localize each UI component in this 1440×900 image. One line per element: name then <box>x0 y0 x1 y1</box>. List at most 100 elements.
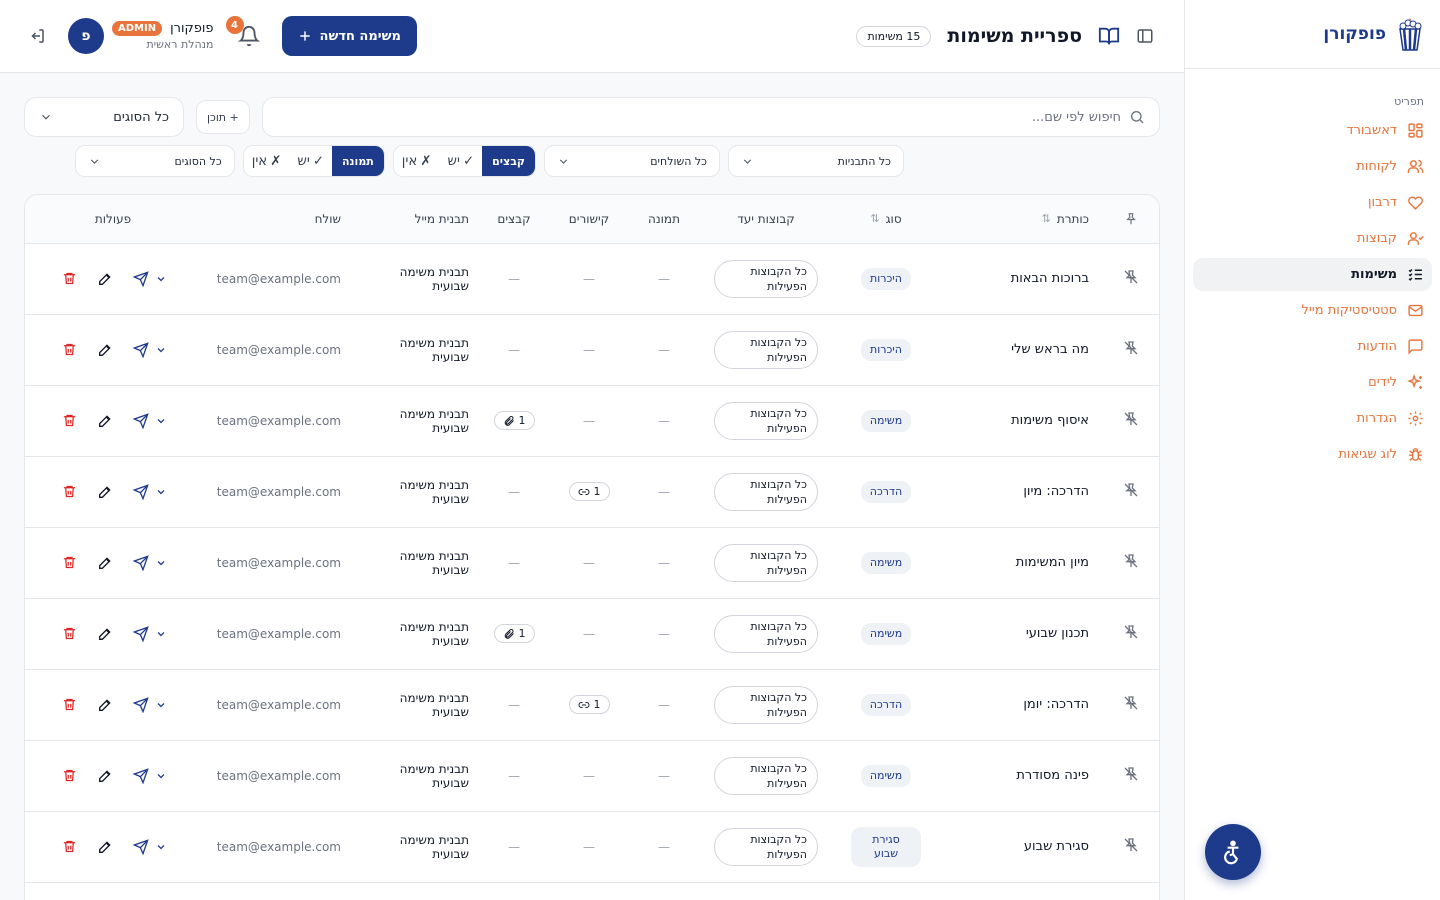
target-groups-pill[interactable]: כל הקבוצות הפעילות <box>714 472 818 511</box>
delete-button[interactable] <box>58 552 80 574</box>
edit-button[interactable] <box>94 694 116 716</box>
send-button[interactable] <box>130 694 152 716</box>
attachment-count-pill[interactable]: 1 <box>493 624 535 643</box>
send-options-button[interactable] <box>154 765 168 787</box>
send-options-button[interactable] <box>154 481 168 503</box>
delete-button[interactable] <box>58 765 80 787</box>
send-options-button[interactable] <box>154 623 168 645</box>
send-options-button[interactable] <box>154 268 168 290</box>
image-yes-option[interactable]: ✓ יש <box>289 146 332 176</box>
send-options-button[interactable] <box>154 339 168 361</box>
table-row[interactable]: ברוכות הבאות היכרות כל הקבוצות הפעילות —… <box>25 243 1159 314</box>
send-options-button[interactable] <box>154 694 168 716</box>
unpin-button[interactable] <box>1123 624 1139 640</box>
sidebar-item-dashboard[interactable]: דאשבורד <box>1193 114 1432 147</box>
delete-button[interactable] <box>58 268 80 290</box>
task-title[interactable]: מה בראש שלי <box>1011 342 1089 357</box>
search-field[interactable] <box>261 97 1160 137</box>
edit-button[interactable] <box>94 410 116 432</box>
edit-button[interactable] <box>94 339 116 361</box>
delete-button[interactable] <box>58 481 80 503</box>
unpin-button[interactable] <box>1123 766 1139 782</box>
unpin-button[interactable] <box>1123 482 1139 498</box>
target-groups-pill[interactable]: כל הקבוצות הפעילות <box>714 401 818 440</box>
sidebar-item-error-log[interactable]: לוג שגיאות <box>1193 438 1432 471</box>
sidebar-item-settings[interactable]: הגדרות <box>1193 402 1432 435</box>
send-button[interactable] <box>130 410 152 432</box>
accessibility-button[interactable] <box>1205 824 1261 880</box>
delete-button[interactable] <box>58 410 80 432</box>
table-row[interactable]: תכנון שבועי משימה כל הקבוצות הפעילות — —… <box>25 598 1159 669</box>
sidebar-item-groups[interactable]: קבוצות <box>1193 222 1432 255</box>
target-groups-pill[interactable]: כל הקבוצות הפעילות <box>714 756 818 795</box>
target-groups-pill[interactable]: כל הקבוצות הפעילות <box>714 330 818 369</box>
send-options-button[interactable] <box>154 410 168 432</box>
table-row[interactable]: סגירת שבוע סגירת שבוע כל הקבוצות הפעילות… <box>25 811 1159 882</box>
sidebar-item-leads[interactable]: לידים <box>1193 366 1432 399</box>
type-column-header[interactable]: סוג ⇅ <box>833 195 939 244</box>
task-title[interactable]: מיון המשימות <box>1016 555 1089 570</box>
delete-button[interactable] <box>58 694 80 716</box>
files-no-option[interactable]: ✗ אין <box>394 146 440 176</box>
sidebar-item-clients[interactable]: לקוחות <box>1193 150 1432 183</box>
send-options-button[interactable] <box>154 552 168 574</box>
unpin-button[interactable] <box>1123 695 1139 711</box>
target-groups-pill[interactable]: כל הקבוצות הפעילות <box>714 827 818 866</box>
unpin-button[interactable] <box>1123 340 1139 356</box>
search-input[interactable] <box>276 109 1121 125</box>
send-button[interactable] <box>130 836 152 858</box>
sidebar-item-messages[interactable]: הודעות <box>1193 330 1432 363</box>
task-title[interactable]: ברוכות הבאות <box>1011 271 1089 286</box>
types-select-secondary[interactable]: כל הסוגים <box>74 145 235 177</box>
add-content-filter-button[interactable]: + תוכן <box>196 100 250 134</box>
unpin-button[interactable] <box>1123 411 1139 427</box>
table-row[interactable]: הדרכה: מיון הדרכה כל הקבוצות הפעילות — 1… <box>25 456 1159 527</box>
target-groups-pill[interactable]: כל הקבוצות הפעילות <box>714 614 818 653</box>
task-title[interactable]: הדרכה: יומן <box>1023 697 1089 712</box>
files-yes-option[interactable]: ✓ יש <box>440 146 483 176</box>
edit-button[interactable] <box>94 552 116 574</box>
sidebar-item-mail-stats[interactable]: סטטיסטיקות מייל <box>1193 294 1432 327</box>
senders-select[interactable]: כל השולחים <box>544 145 720 177</box>
unpin-button[interactable] <box>1123 553 1139 569</box>
brand[interactable]: פופקורן <box>1185 0 1440 69</box>
logout-button[interactable] <box>28 27 46 45</box>
table-row[interactable]: איסוף משימות משימה כל הקבוצות הפעילות — … <box>25 385 1159 456</box>
attachment-count-pill[interactable]: 1 <box>568 482 610 501</box>
send-button[interactable] <box>130 552 152 574</box>
delete-button[interactable] <box>58 339 80 361</box>
templates-select[interactable]: כל התבניות <box>728 145 904 177</box>
sidebar-item-tasks[interactable]: משימות <box>1193 258 1432 291</box>
task-title[interactable]: סגירת שבוע <box>1024 839 1089 854</box>
send-options-button[interactable] <box>154 836 168 858</box>
unpin-button[interactable] <box>1123 837 1139 853</box>
delete-button[interactable] <box>58 836 80 858</box>
attachment-count-pill[interactable]: 1 <box>568 695 610 714</box>
table-row[interactable]: הדרכה: יומן הדרכה כל הקבוצות הפעילות — 1… <box>25 669 1159 740</box>
send-button[interactable] <box>130 268 152 290</box>
edit-button[interactable] <box>94 268 116 290</box>
send-button[interactable] <box>130 765 152 787</box>
new-task-button[interactable]: משימה חדשה <box>281 16 417 56</box>
attachment-count-pill[interactable]: 1 <box>493 411 535 430</box>
image-no-option[interactable]: ✗ אין <box>244 146 290 176</box>
edit-button[interactable] <box>94 481 116 503</box>
edit-button[interactable] <box>94 836 116 858</box>
table-row[interactable]: מיון המשימות משימה כל הקבוצות הפעילות — … <box>25 527 1159 598</box>
task-title[interactable]: איסוף משימות <box>1011 413 1089 428</box>
table-row[interactable]: מה בראש שלי היכרות כל הקבוצות הפעילות — … <box>25 314 1159 385</box>
notifications-button[interactable]: 4 <box>225 16 260 48</box>
title-column-header[interactable]: כותרת ⇅ <box>939 195 1103 244</box>
target-groups-pill[interactable]: כל הקבוצות הפעילות <box>714 259 818 298</box>
table-row[interactable]: פינה מסודרת משימה כל הקבוצות הפעילות — —… <box>25 740 1159 811</box>
delete-button[interactable] <box>58 623 80 645</box>
unpin-button[interactable] <box>1123 269 1139 285</box>
task-title[interactable]: פינה מסודרת <box>1016 768 1089 783</box>
types-select[interactable]: כל הסוגים <box>24 97 184 137</box>
send-button[interactable] <box>130 339 152 361</box>
send-button[interactable] <box>130 481 152 503</box>
target-groups-pill[interactable]: כל הקבוצות הפעילות <box>714 685 818 724</box>
toggle-sidebar-button[interactable] <box>1136 27 1154 45</box>
task-title[interactable]: הדרכה: מיון <box>1023 484 1089 499</box>
send-button[interactable] <box>130 623 152 645</box>
